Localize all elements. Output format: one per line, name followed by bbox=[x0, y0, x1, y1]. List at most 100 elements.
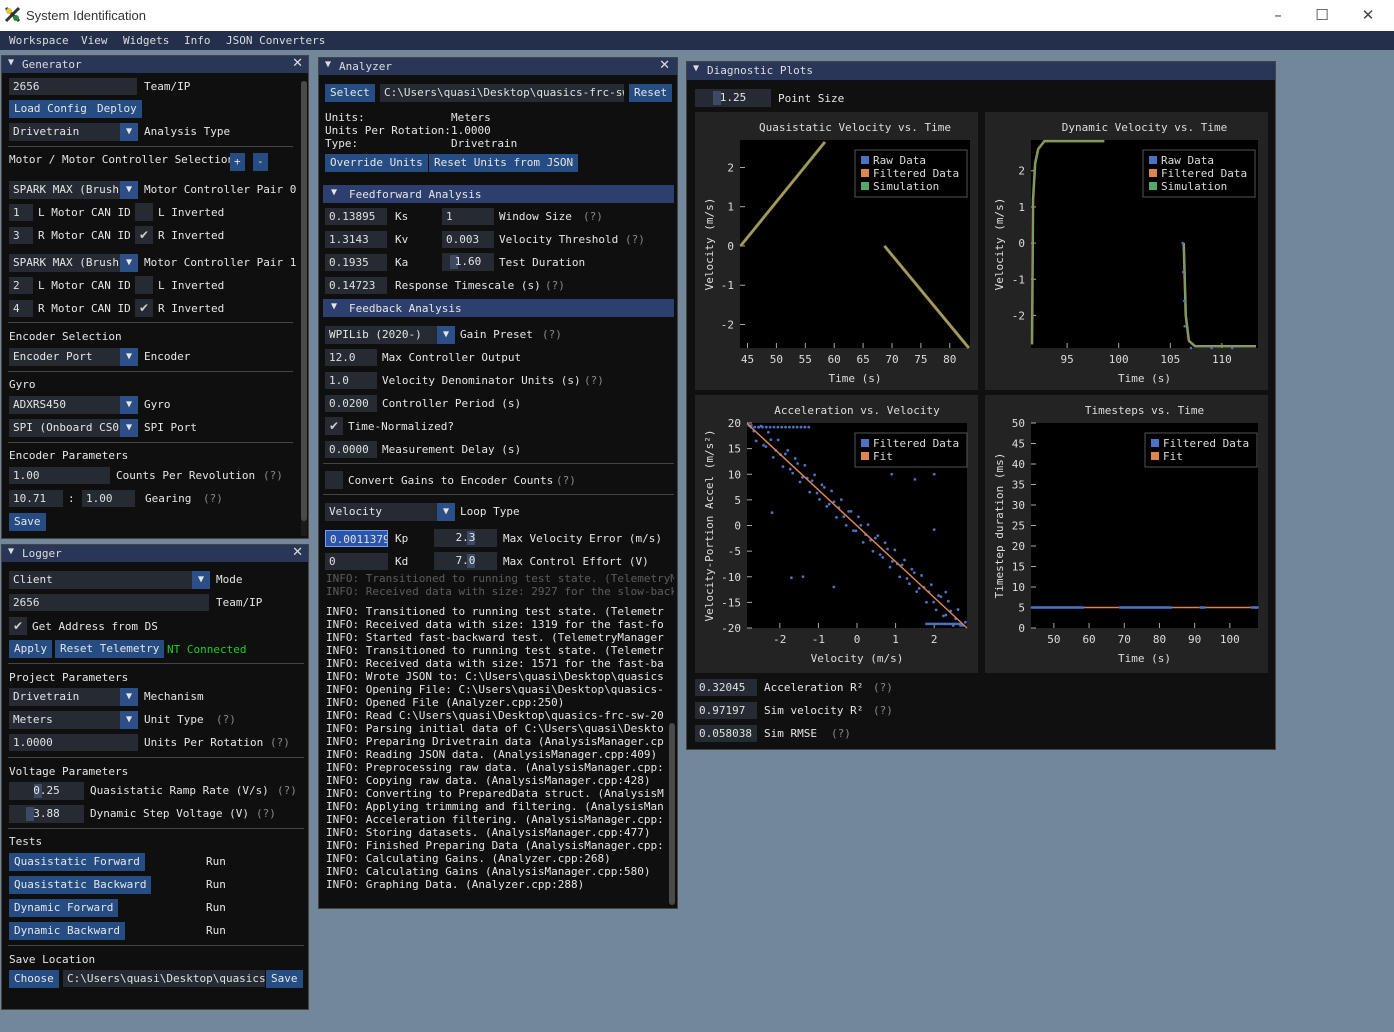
units-per-rotation-input[interactable]: 1.0000 bbox=[9, 734, 138, 751]
unit-type-combo[interactable]: Meters ▼ bbox=[9, 711, 138, 729]
help-marker[interactable]: (?) bbox=[873, 704, 893, 717]
menu-widgets[interactable]: Widgets bbox=[123, 34, 169, 47]
time-normalized-checkbox[interactable]: ✔ bbox=[325, 417, 343, 435]
max-velocity-error-slider[interactable]: 2.3 bbox=[434, 529, 497, 547]
menu-json-converters[interactable]: JSON Converters bbox=[226, 34, 325, 47]
kd-value[interactable]: 0 bbox=[325, 553, 388, 570]
save-path-field[interactable]: C:\Users\quasi\Desktop\quasics-frc-sw bbox=[63, 970, 265, 987]
dynamic-backward-button[interactable]: Dynamic Backward bbox=[9, 922, 125, 940]
scrollbar[interactable] bbox=[301, 81, 307, 536]
log-output[interactable]: INFO: Transitioned to running test state… bbox=[319, 603, 664, 903]
logger-header[interactable]: ▼ Logger ✕ bbox=[2, 545, 308, 562]
add-motor-button[interactable]: + bbox=[230, 153, 245, 171]
dynamic-forward-button[interactable]: Dynamic Forward bbox=[9, 899, 119, 917]
r-can-id-input[interactable]: 3 bbox=[9, 227, 33, 244]
kv-value[interactable]: 1.3143 bbox=[325, 231, 387, 248]
team-input[interactable]: 2656 bbox=[9, 78, 137, 95]
l-can-id-input[interactable]: 2 bbox=[9, 277, 33, 294]
quasistatic-backward-button[interactable]: Quasistatic Backward bbox=[9, 876, 152, 894]
analyzer-header[interactable]: ▼ Analyzer ✕ bbox=[319, 58, 677, 75]
menu-workspace[interactable]: Workspace bbox=[9, 34, 69, 47]
collapse-icon[interactable]: ▼ bbox=[8, 546, 14, 557]
reset-units-button[interactable]: Reset Units from JSON bbox=[429, 154, 579, 172]
r-can-id-input[interactable]: 4 bbox=[9, 300, 33, 317]
plot-quasistatic[interactable]: Quasistatic Velocity vs. Time Time (s) Vel… bbox=[695, 112, 978, 390]
select-button[interactable]: Select bbox=[325, 84, 375, 102]
r-inverted-checkbox[interactable]: ✔ bbox=[135, 299, 153, 317]
apply-button[interactable]: Apply bbox=[9, 640, 53, 658]
get-address-checkbox[interactable]: ✔ bbox=[9, 617, 27, 635]
controller-period-input[interactable]: 0.0200 bbox=[325, 395, 377, 412]
close-icon[interactable]: ✕ bbox=[659, 58, 670, 73]
close-icon[interactable]: ✕ bbox=[292, 56, 303, 71]
feedforward-section-header[interactable]: ▼ Feedforward Analysis bbox=[323, 185, 674, 203]
help-marker[interactable]: (?) bbox=[873, 681, 893, 694]
team-input[interactable]: 2656 bbox=[9, 594, 209, 611]
help-marker[interactable]: (?) bbox=[556, 474, 576, 487]
l-inverted-checkbox[interactable] bbox=[135, 276, 153, 294]
json-path-field[interactable]: C:\Users\quasi\Desktop\quasics-frc-sw- bbox=[380, 84, 624, 102]
max-control-effort-slider[interactable]: 7.0 bbox=[434, 552, 497, 570]
l-inverted-checkbox[interactable] bbox=[135, 203, 153, 221]
cpr-input[interactable]: 1.00 bbox=[9, 467, 110, 484]
gearing-numerator-input[interactable]: 10.71 bbox=[9, 490, 63, 507]
velocity-denominator-input[interactable]: 1.0 bbox=[325, 372, 377, 389]
help-marker[interactable]: (?) bbox=[831, 727, 851, 740]
quasistatic-forward-button[interactable]: Quasistatic Forward bbox=[9, 853, 145, 871]
gyro-combo[interactable]: ADXRS450 ▼ bbox=[9, 396, 138, 414]
diagnostic-header[interactable]: ▼ Diagnostic Plots bbox=[687, 62, 1275, 80]
help-marker[interactable]: (?) bbox=[216, 713, 236, 726]
ks-value[interactable]: 0.13895 bbox=[325, 208, 387, 225]
motor-controller-combo-0[interactable]: SPARK MAX (Brushl ▼ bbox=[9, 181, 138, 199]
r-inverted-checkbox[interactable]: ✔ bbox=[135, 226, 153, 244]
help-marker[interactable]: (?) bbox=[277, 784, 297, 797]
collapse-icon[interactable]: ▼ bbox=[8, 57, 14, 68]
help-marker[interactable]: (?) bbox=[542, 328, 562, 341]
reset-button[interactable]: Reset bbox=[629, 84, 673, 102]
sim-rmse-value[interactable]: 0.058038 bbox=[695, 725, 757, 742]
help-marker[interactable]: (?) bbox=[270, 736, 290, 749]
close-window-icon[interactable]: ✕ bbox=[1353, 5, 1383, 25]
save-button[interactable]: Save bbox=[266, 970, 303, 988]
window-size-input[interactable]: 1 bbox=[442, 208, 494, 225]
motor-controller-combo-1[interactable]: SPARK MAX (Brushl ▼ bbox=[9, 254, 138, 272]
save-button[interactable]: Save bbox=[9, 513, 46, 531]
measurement-delay-input[interactable]: 0.0000 bbox=[325, 441, 377, 458]
log-scrollbar-thumb[interactable] bbox=[669, 723, 675, 905]
velocity-threshold-input[interactable]: 0.003 bbox=[442, 231, 494, 248]
plot-timesteps[interactable]: Timesteps vs. Time Time (s) Timestep durat… bbox=[985, 395, 1268, 673]
sim-velocity-r2-value[interactable]: 0.97197 bbox=[695, 702, 757, 719]
override-units-button[interactable]: Override Units bbox=[325, 154, 428, 172]
maximize-icon[interactable]: ☐ bbox=[1307, 5, 1337, 25]
gearing-denominator-input[interactable]: 1.00 bbox=[82, 490, 135, 507]
help-marker[interactable]: (?) bbox=[256, 807, 276, 820]
ka-value[interactable]: 0.1935 bbox=[325, 254, 387, 271]
analysis-type-combo[interactable]: Drivetrain ▼ bbox=[9, 123, 138, 141]
menu-info[interactable]: Info bbox=[184, 34, 211, 47]
plot-dynamic[interactable]: Dynamic Velocity vs. Time Time (s) Velocit… bbox=[985, 112, 1268, 390]
spi-port-combo[interactable]: SPI (Onboard CS0) ▼ bbox=[9, 419, 138, 437]
help-marker[interactable]: (?) bbox=[583, 210, 603, 223]
plot-accel-vs-velocity[interactable]: Acceleration vs. Velocity Velocity (m/s) V… bbox=[695, 395, 978, 673]
kp-value[interactable]: 0.0011379 bbox=[325, 530, 388, 547]
test-duration-slider[interactable]: 1.60 bbox=[442, 253, 494, 271]
help-marker[interactable]: (?) bbox=[584, 374, 604, 387]
choose-button[interactable]: Choose bbox=[9, 970, 59, 988]
mechanism-combo[interactable]: Drivetrain ▼ bbox=[9, 688, 138, 706]
reset-telemetry-button[interactable]: Reset Telemetry bbox=[55, 640, 165, 658]
remove-motor-button[interactable]: - bbox=[253, 153, 268, 171]
menu-view[interactable]: View bbox=[81, 34, 108, 47]
collapse-icon[interactable]: ▼ bbox=[325, 59, 331, 70]
generator-header[interactable]: ▼ Generator ✕ bbox=[2, 56, 308, 73]
ramp-rate-slider[interactable]: 0.25 bbox=[9, 782, 84, 800]
accel-r2-value[interactable]: 0.32045 bbox=[695, 679, 757, 696]
help-marker[interactable]: (?) bbox=[545, 279, 565, 292]
deploy-button[interactable]: Deploy bbox=[92, 100, 142, 118]
scrollbar-thumb[interactable] bbox=[301, 81, 307, 521]
minimize-icon[interactable]: – bbox=[1263, 5, 1293, 25]
load-config-button[interactable]: Load Config bbox=[9, 100, 92, 118]
close-icon[interactable]: ✕ bbox=[292, 545, 303, 560]
l-can-id-input[interactable]: 1 bbox=[9, 204, 33, 221]
encoder-combo[interactable]: Encoder Port ▼ bbox=[9, 348, 138, 366]
help-marker[interactable]: (?) bbox=[263, 469, 283, 482]
